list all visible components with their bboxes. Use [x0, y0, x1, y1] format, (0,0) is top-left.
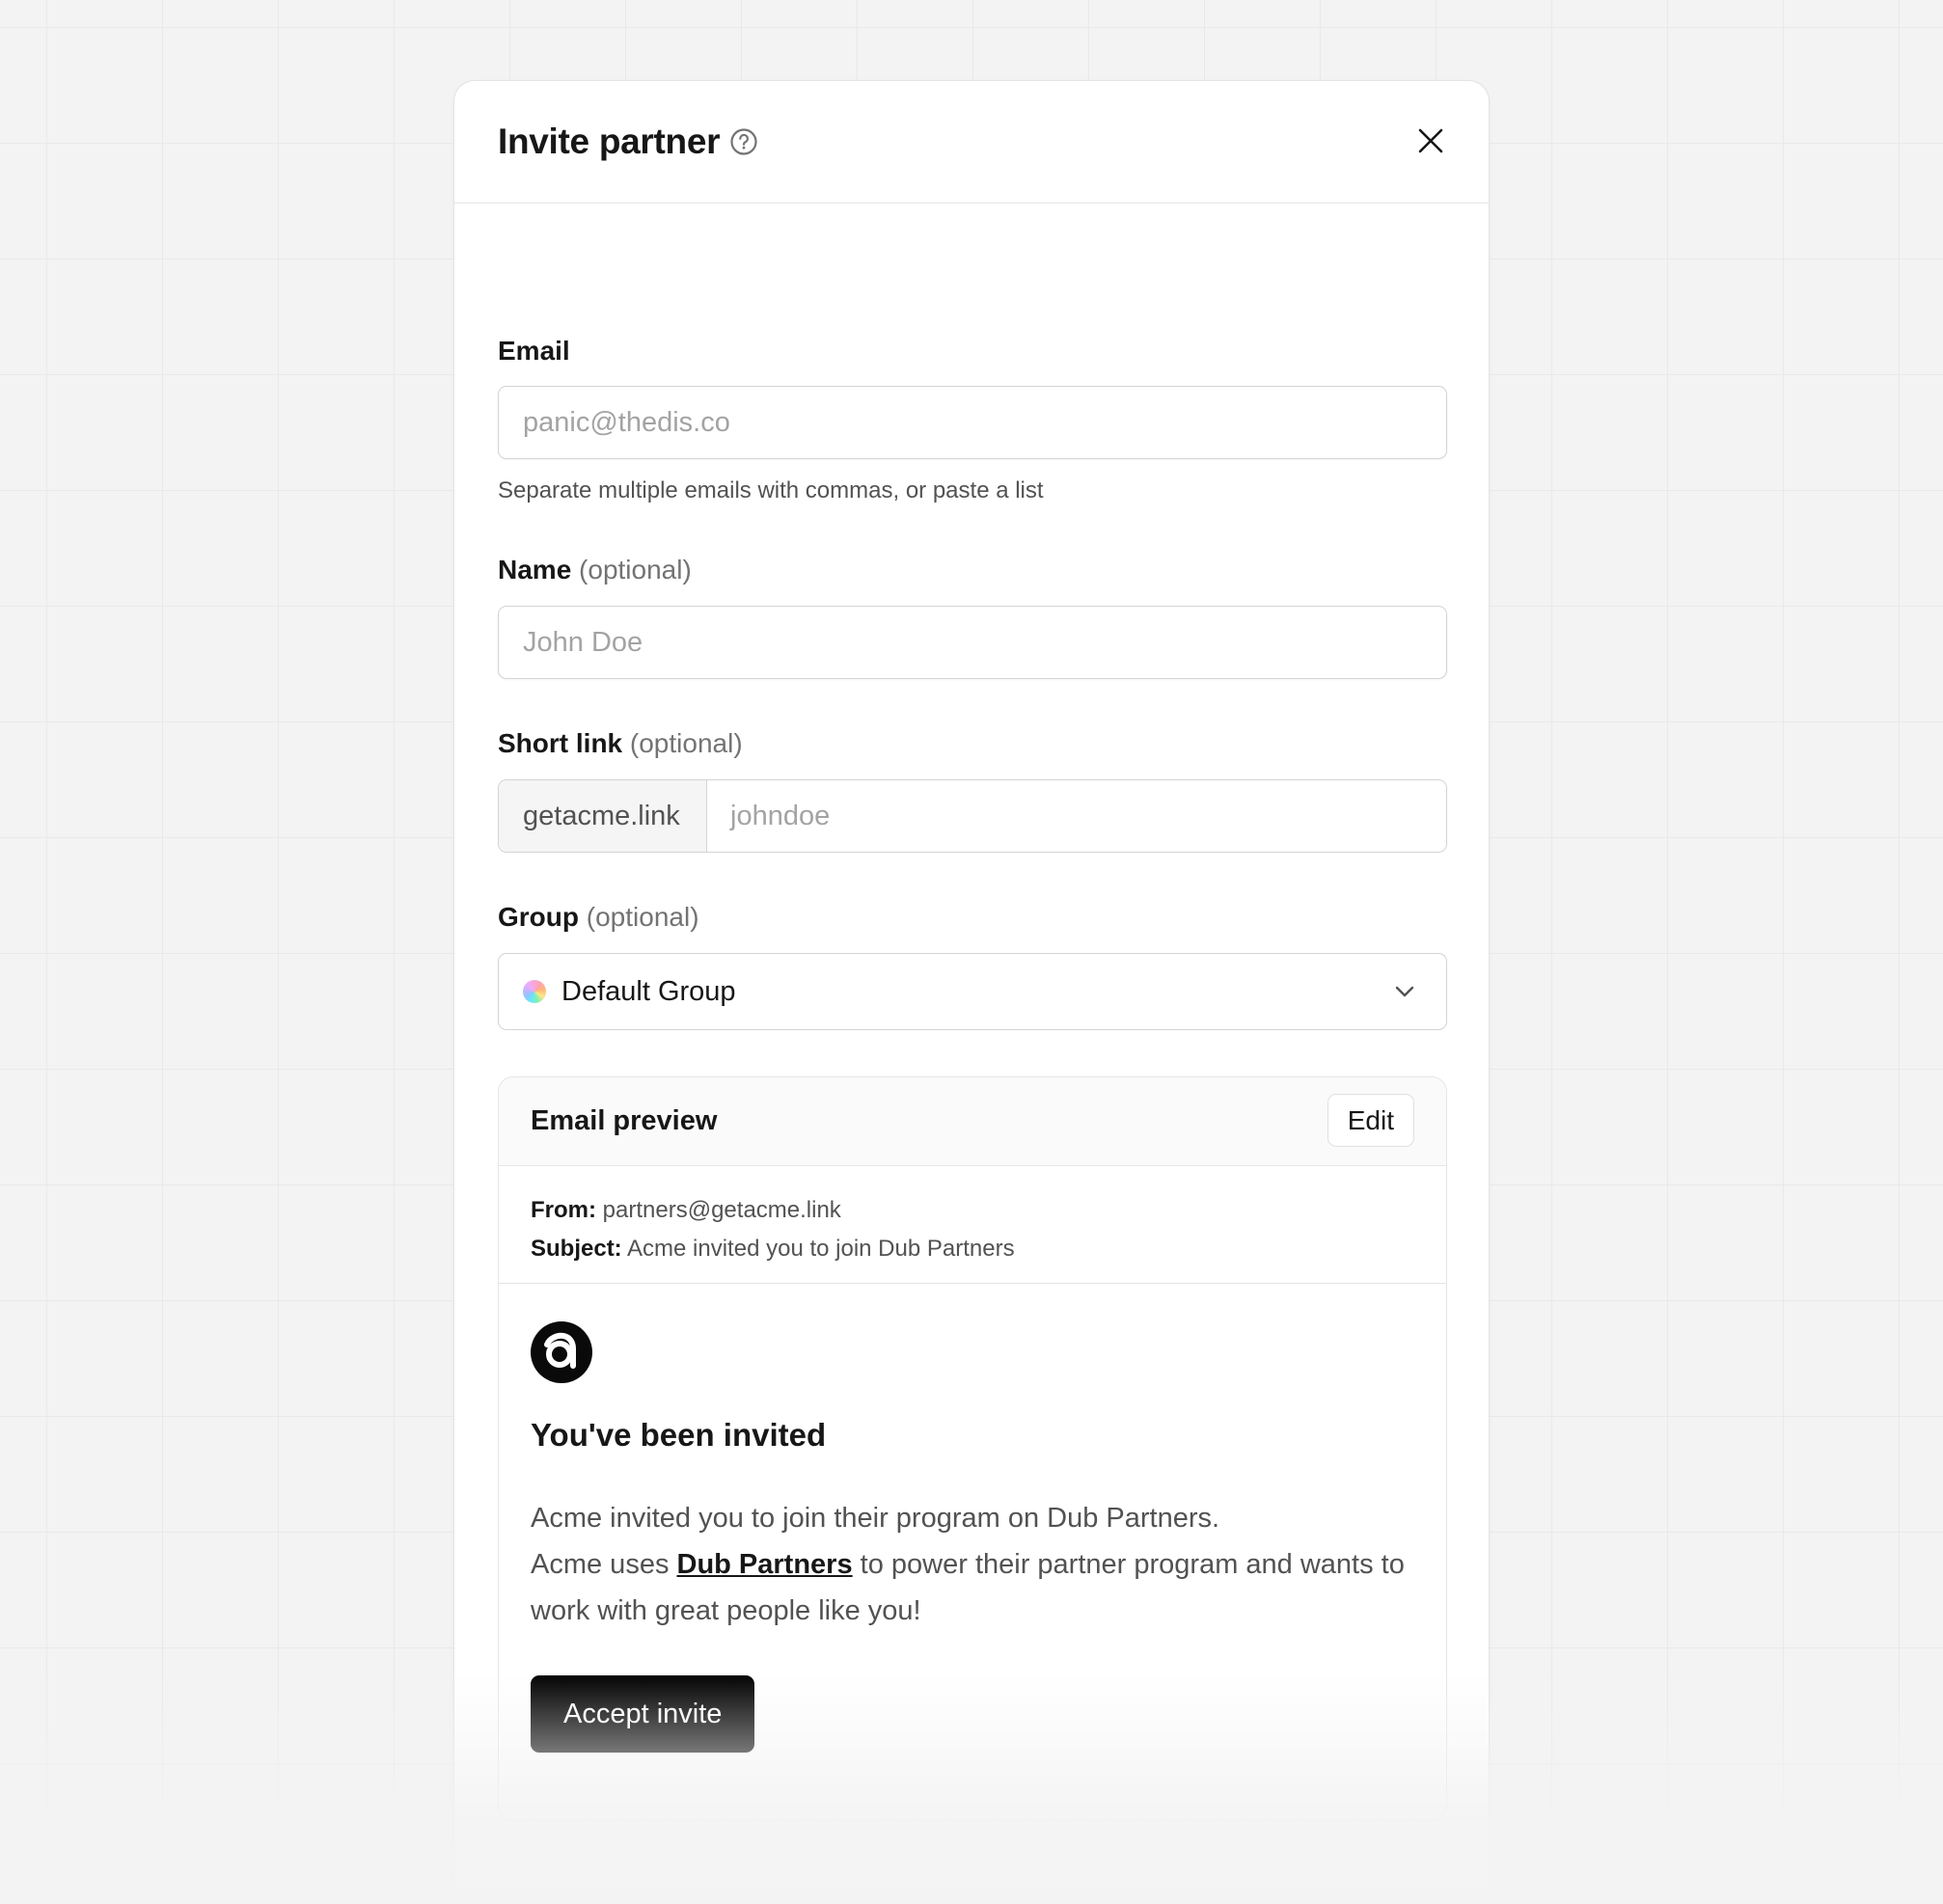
- invite-line-2: Acme uses Dub Partners to power their pa…: [531, 1541, 1428, 1634]
- group-label-text: Group: [498, 902, 579, 932]
- group-select[interactable]: Default Group: [498, 953, 1447, 1030]
- short-link-placeholder: johndoe: [730, 800, 831, 831]
- accept-invite-button[interactable]: Accept invite: [531, 1675, 755, 1753]
- edit-email-button[interactable]: Edit: [1327, 1094, 1414, 1147]
- email-helper-text: Separate multiple emails with commas, or…: [498, 477, 1044, 503]
- title-group: Invite partner: [498, 122, 758, 162]
- email-label-text: Email: [498, 336, 570, 366]
- email-subject-line: Subject: Acme invited you to join Dub Pa…: [531, 1230, 1446, 1268]
- invite-body: Acme invited you to join their program o…: [531, 1495, 1428, 1634]
- chevron-down-icon: [1395, 986, 1414, 997]
- name-placeholder: John Doe: [523, 626, 643, 658]
- dub-partners-link[interactable]: Dub Partners: [677, 1549, 853, 1580]
- email-input[interactable]: panic@thedis.co: [498, 386, 1447, 459]
- short-link-input[interactable]: johndoe: [707, 780, 1446, 852]
- group-label: Group (optional): [498, 902, 699, 933]
- from-label: From:: [531, 1197, 596, 1223]
- email-label: Email: [498, 336, 570, 367]
- help-circle-icon[interactable]: [729, 127, 758, 156]
- short-link-domain-prefix: getacme.link: [499, 780, 707, 852]
- short-link-label: Short link (optional): [498, 728, 743, 759]
- name-input[interactable]: John Doe: [498, 606, 1447, 679]
- group-color-icon: [523, 980, 546, 1003]
- email-preview-header: Email preview Edit: [499, 1077, 1446, 1166]
- email-meta: From: partners@getacme.link Subject: Acm…: [499, 1166, 1446, 1284]
- invite-heading: You've been invited: [531, 1417, 827, 1453]
- invite-line-1: Acme invited you to join their program o…: [531, 1503, 1220, 1534]
- acme-logo-icon: [531, 1321, 592, 1383]
- invite-line-2-pre: Acme uses: [531, 1549, 677, 1580]
- email-preview: Email preview Edit From: partners@getacm…: [498, 1076, 1447, 1821]
- group-selected-value: Default Group: [561, 975, 736, 1007]
- invite-partner-modal: Invite partner Email panic@thedis.co Sep…: [453, 80, 1490, 1904]
- close-icon: [1418, 128, 1443, 153]
- short-link-label-text: Short link: [498, 728, 623, 758]
- short-link-optional-text: (optional): [629, 728, 743, 758]
- name-optional-text: (optional): [579, 555, 692, 585]
- modal-header: Invite partner: [454, 81, 1489, 204]
- group-optional-text: (optional): [586, 902, 699, 932]
- modal-title: Invite partner: [498, 122, 721, 161]
- subject-value: Acme invited you to join Dub Partners: [627, 1236, 1015, 1262]
- email-from-line: From: partners@getacme.link: [531, 1191, 1446, 1230]
- email-preview-title: Email preview: [531, 1105, 718, 1136]
- name-label-text: Name: [498, 555, 572, 585]
- from-value: partners@getacme.link: [602, 1197, 841, 1223]
- name-label: Name (optional): [498, 555, 692, 585]
- short-link-field: getacme.link johndoe: [498, 779, 1447, 853]
- close-button[interactable]: [1409, 120, 1452, 162]
- email-placeholder: panic@thedis.co: [523, 406, 730, 438]
- subject-label: Subject:: [531, 1236, 622, 1262]
